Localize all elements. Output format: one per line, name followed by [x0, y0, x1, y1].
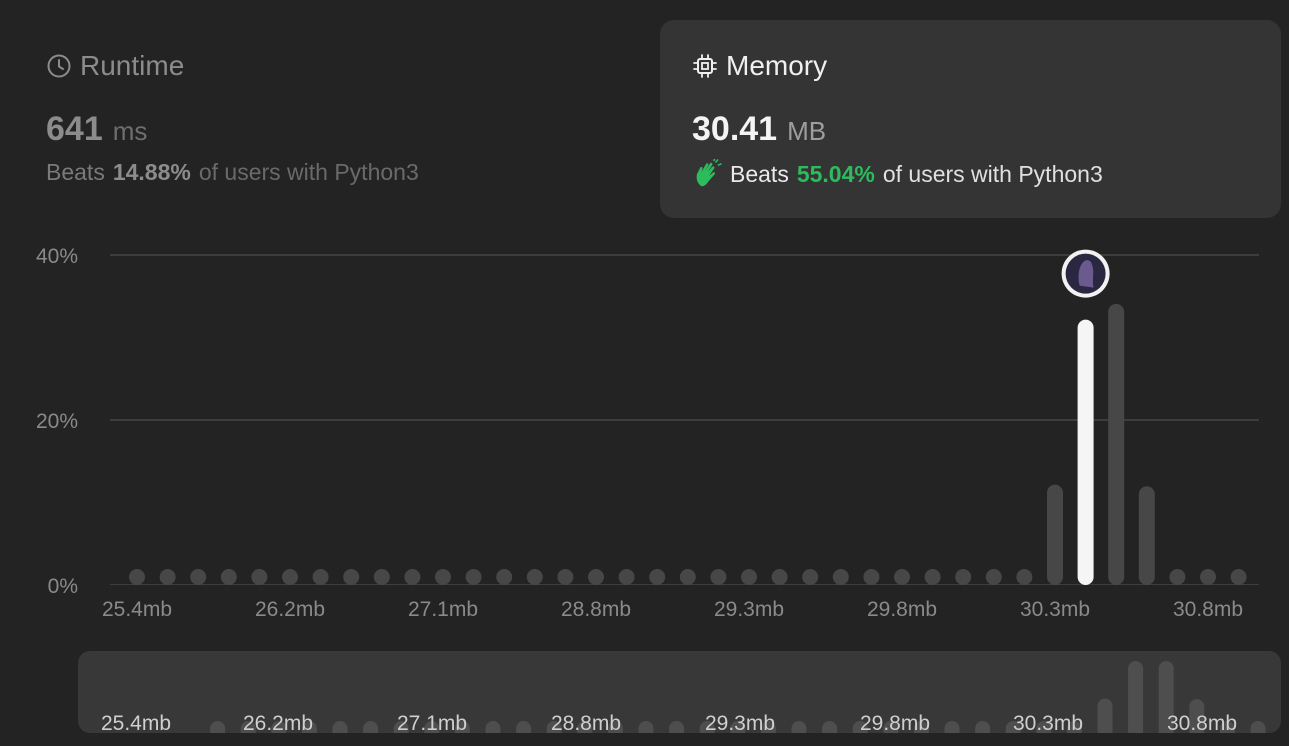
bar [465, 569, 482, 585]
x-tick-label: 30.8mb [1173, 598, 1243, 621]
bar [159, 569, 176, 585]
memory-value-row: 30.41 MB [692, 110, 1249, 149]
bar [373, 569, 390, 585]
y-tick-label: 0% [48, 575, 78, 598]
bar [343, 569, 360, 585]
mini-bar [1128, 661, 1144, 733]
bar [404, 569, 421, 585]
bar [1016, 569, 1033, 585]
x-tick-label: 26.2mb [255, 598, 325, 621]
memory-beats: Beats 55.04% of users with Python3 [692, 159, 1249, 189]
bar [985, 569, 1002, 585]
memory-value: 30.41 [692, 110, 778, 148]
bar [955, 569, 972, 585]
mini-x-tick-label: 29.8mb [860, 712, 930, 733]
bar [618, 569, 635, 585]
runtime-beats-pct: 14.88% [112, 159, 191, 185]
bar [863, 569, 880, 585]
bar [894, 569, 910, 585]
bar [282, 569, 298, 585]
mini-bar [669, 721, 685, 733]
x-tick-label: 28.8mb [561, 598, 631, 621]
mini-bar [822, 721, 838, 733]
clap-icon [692, 159, 722, 189]
mini-bar [516, 721, 532, 733]
runtime-title: Runtime [80, 50, 185, 81]
bar [832, 569, 849, 585]
mini-bar [975, 721, 991, 733]
runtime-unit: ms [112, 116, 148, 146]
x-tick-label: 27.1mb [408, 598, 478, 621]
avatar [1061, 249, 1110, 298]
bar [802, 569, 819, 585]
runtime-beats: Beats 14.88% of users with Python3 [46, 159, 612, 186]
bar [1108, 303, 1125, 585]
bar [1230, 569, 1247, 585]
mini-x-tick-label: 29.3mb [705, 712, 775, 733]
mini-bar [485, 721, 501, 733]
mini-bar [1250, 721, 1266, 733]
memory-beats-pct: 55.04% [796, 160, 875, 187]
mini-bar [944, 721, 960, 733]
bar [251, 569, 268, 585]
bar [496, 569, 513, 585]
bar [1169, 569, 1186, 585]
memory-card[interactable]: Memory 30.41 MB Beats 55.04% of users wi… [660, 20, 1281, 218]
mini-x-tick-label: 25.4mb [101, 712, 171, 733]
mini-bar [332, 721, 348, 733]
bar [649, 569, 666, 585]
y-tick-label: 40% [36, 245, 78, 268]
runtime-beats-label: Beats [46, 159, 105, 185]
x-tick-label: 30.3mb [1020, 598, 1090, 621]
bar [710, 569, 727, 585]
runtime-value-row: 641 ms [46, 110, 612, 149]
x-tick-label: 29.3mb [714, 598, 784, 621]
bar [435, 569, 451, 585]
bar [312, 569, 329, 585]
memory-title: Memory [726, 50, 828, 81]
bar [526, 569, 543, 585]
mini-x-tick-label: 30.3mb [1013, 712, 1083, 733]
mini-bar [363, 721, 379, 733]
bar [129, 569, 145, 585]
bar [924, 569, 941, 585]
highlight-bar [1077, 319, 1094, 585]
clock-icon [46, 53, 72, 79]
runtime-card[interactable]: Runtime 641 ms Beats 14.88% of users wit… [14, 20, 644, 218]
y-tick-label: 20% [36, 410, 78, 433]
bar [588, 569, 604, 585]
runtime-beats-rest: of users with Python3 [198, 159, 419, 185]
bar [741, 569, 757, 585]
memory-distribution-chart: 40% 20% 0% 25.4mb 26.2mb 27.1mb 28.8mb 29.3mb 29… [36, 245, 1259, 621]
mini-bar [791, 721, 807, 733]
chip-icon [692, 53, 718, 79]
mini-distribution-chart[interactable]: 25.4mb 26.2mb 27.1mb 28.8mb 29.3mb 29.8mb 30.3… [78, 651, 1281, 733]
bar [1200, 569, 1216, 585]
memory-beats-rest: of users with Python3 [882, 160, 1103, 187]
bar [679, 569, 696, 585]
bar [557, 569, 574, 585]
bar [190, 569, 207, 585]
mini-x-tick-label: 30.8mb [1167, 712, 1237, 733]
bar [771, 569, 788, 585]
mini-bar [210, 721, 226, 733]
runtime-value: 641 [46, 110, 103, 148]
mini-x-tick-label: 27.1mb [397, 712, 467, 733]
bar [1047, 484, 1063, 585]
bar [220, 569, 237, 585]
mini-bar [638, 721, 654, 733]
x-tick-label: 29.8mb [867, 598, 937, 621]
mini-x-tick-label: 26.2mb [243, 712, 313, 733]
memory-unit: MB [787, 116, 827, 146]
x-tick-label: 25.4mb [102, 598, 172, 621]
runtime-header: Runtime [46, 46, 612, 86]
bar [1138, 486, 1155, 585]
memory-beats-label: Beats [730, 160, 789, 187]
mini-bar [1097, 698, 1113, 733]
mini-x-tick-label: 28.8mb [551, 712, 621, 733]
memory-header: Memory [692, 46, 1249, 86]
